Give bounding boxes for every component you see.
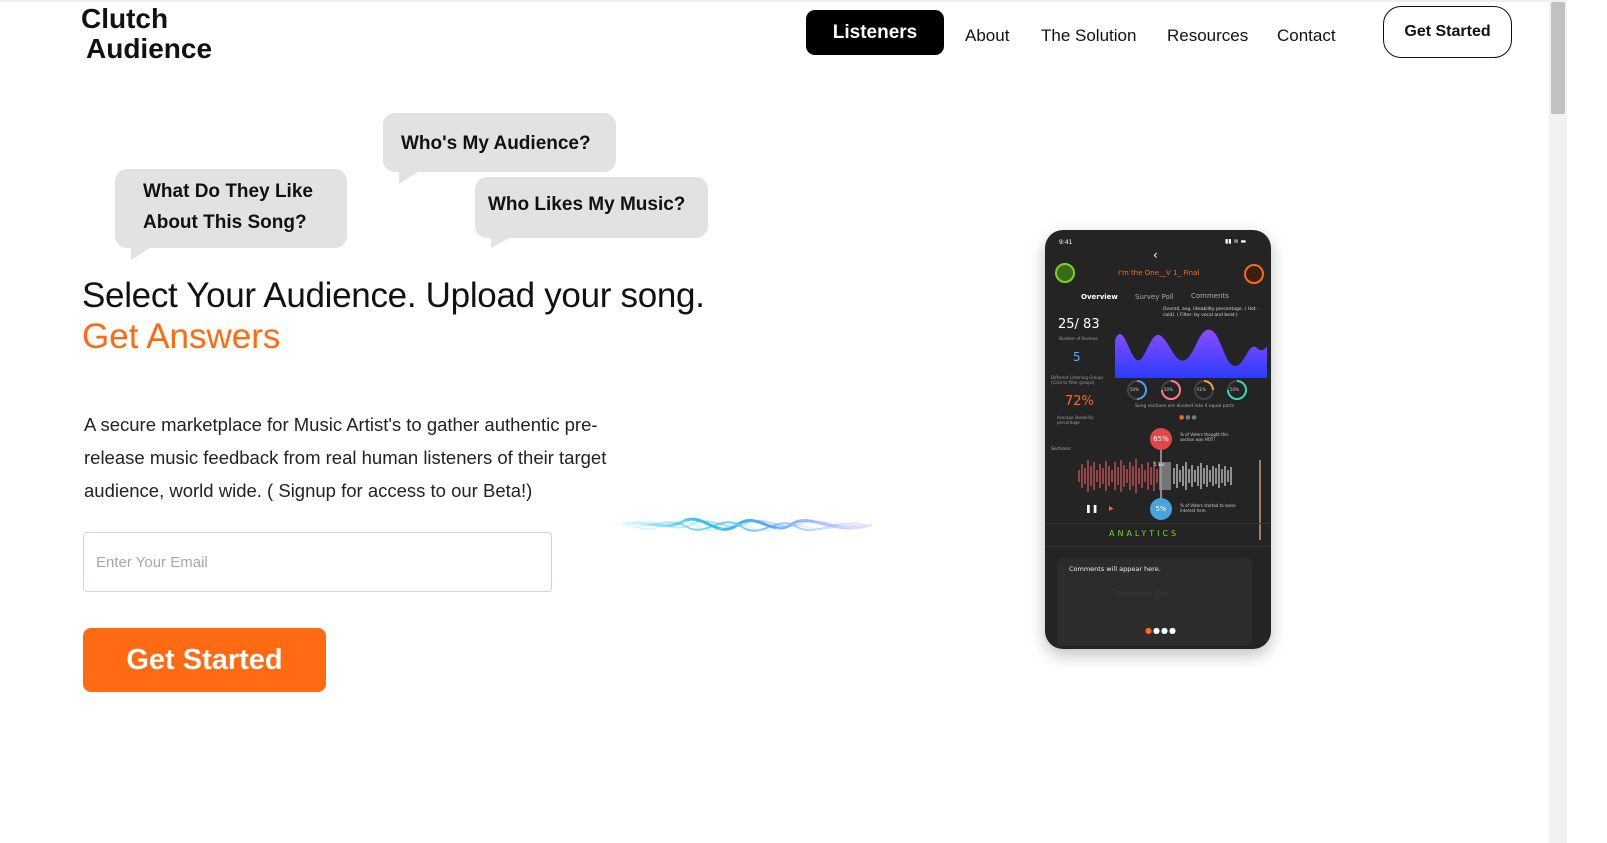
divider [1045, 546, 1271, 547]
groups-count[interactable]: 5 [1073, 350, 1081, 364]
nav-listeners-button[interactable]: Listeners [806, 10, 944, 55]
site-logo[interactable]: Clutch Audience [81, 4, 212, 64]
bubble-text: Who Likes My Music? [488, 194, 686, 215]
reviews-label: Number of Reviews [1059, 336, 1098, 341]
logo-line-2: Audience [86, 33, 213, 64]
ring-label-2: 50% [1164, 387, 1173, 392]
main-nav: Listeners [806, 10, 944, 55]
ring-label-3: 61% [1197, 387, 1206, 392]
nav-link-about[interactable]: About [965, 26, 1009, 46]
tab-overview[interactable]: Overview [1081, 293, 1118, 301]
cold-note: % of Voters started to loose interest he… [1180, 503, 1236, 513]
comments-box-label: Comments Box [1115, 590, 1169, 598]
tab-survey-poll[interactable]: Survey Poll [1135, 293, 1174, 301]
user-profile-icon[interactable] [1244, 264, 1264, 284]
comments-placeholder: Comments will appear here. [1069, 565, 1161, 573]
hot-percent-badge: 65% [1150, 428, 1172, 450]
bubble-tail [131, 246, 153, 260]
hero-description: A secure marketplace for Music Artist's … [84, 408, 674, 507]
back-chevron-icon[interactable]: ‹ [1153, 248, 1158, 262]
page-scrollbar-track[interactable] [1549, 0, 1567, 843]
sections-label: Sections: [1051, 447, 1072, 452]
cold-percent-badge: 5% [1150, 498, 1172, 520]
marker-label: 5 Sec [1154, 462, 1166, 467]
page-scrollbar-thumb[interactable] [1551, 2, 1565, 114]
nav-link-resources[interactable]: Resources [1167, 26, 1248, 46]
hero-headline-accent: Get Answers [82, 317, 281, 356]
song-title: I'm the One__V 1_ Final [1118, 269, 1200, 277]
section-rings [1127, 380, 1247, 400]
description-line-1: A secure marketplace for Music Artist's … [84, 414, 598, 435]
ring-label-1: 50% [1130, 387, 1139, 392]
sound-wave-graphic [622, 517, 872, 532]
tab-comments[interactable]: Comments [1191, 292, 1229, 300]
bubble-text-line-1: What Do They Like [143, 181, 313, 202]
hot-note: % of Voters thought this section was HOT… [1180, 432, 1229, 442]
phone-status-time: 9:41 [1059, 239, 1073, 246]
bubble-text: Who's My Audience? [401, 133, 591, 154]
analytics-label: ANALYTICS [1109, 529, 1180, 538]
likeability-area-chart [1115, 329, 1267, 378]
bubble-tail [399, 170, 421, 184]
avg-likeability: 72% [1065, 394, 1094, 409]
avg-likeability-label: Average likeability percentage [1057, 415, 1094, 425]
groups-label: Different Listening Groups (Click to fil… [1051, 375, 1104, 385]
speech-bubble-who-likes-my-music: Who Likes My Music? [475, 177, 708, 248]
header-get-started-button[interactable]: Get Started [1383, 6, 1512, 58]
page-dots: ●●●● [1145, 626, 1177, 635]
email-input[interactable] [83, 532, 552, 592]
chart-note: Overall, avg. likeability percentage. ( … [1163, 307, 1259, 318]
pause-icon[interactable]: ❚❚ [1085, 504, 1098, 513]
robot-avatar-icon[interactable] [1055, 263, 1075, 283]
phone-app-mockup: 9:41 ▮▮ ≋ ▬ ‹ I'm the One__V 1_ Final Ov… [1045, 230, 1271, 649]
bubble-text-line-2: About This Song? [143, 212, 307, 233]
phone-status-icons: ▮▮ ≋ ▬ [1225, 238, 1247, 245]
bubble-tail [491, 236, 513, 248]
hero-headline: Select Your Audience. Upload your song. [82, 276, 705, 315]
description-line-2: release music feedback from real human l… [84, 447, 607, 468]
speech-bubble-what-they-like: What Do They Like About This Song? [115, 169, 347, 260]
header-top-border [0, 0, 1549, 2]
nav-link-the-solution[interactable]: The Solution [1041, 26, 1136, 46]
divider [1045, 523, 1271, 524]
ring-label-4: 50% [1230, 387, 1239, 392]
phone-scrollbar [1259, 460, 1261, 540]
logo-line-1: Clutch [81, 3, 169, 34]
sections-note: Song sections are divided into 4 equal p… [1135, 404, 1235, 409]
speech-bubble-whos-my-audience: Who's My Audience? [383, 113, 616, 184]
nav-link-contact[interactable]: Contact [1277, 26, 1336, 46]
play-icon[interactable]: ▶ [1109, 505, 1114, 512]
description-line-3: audience, world wide. ( Signup for acces… [84, 480, 533, 501]
carousel-dots: ●●● [1179, 414, 1198, 421]
hero-get-started-button[interactable]: Get Started [83, 628, 326, 692]
reviews-count: 25/ 83 [1058, 317, 1100, 332]
